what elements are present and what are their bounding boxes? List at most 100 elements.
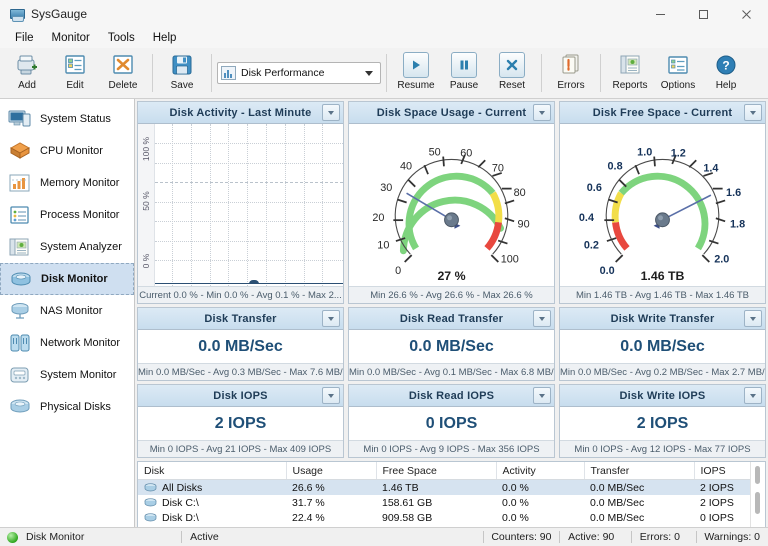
panel-disk-read-transfer: Disk Read Transfer 0.0 MB/Sec Min 0.0 MB…: [348, 307, 555, 381]
panel-header: Disk Space Usage - Current: [349, 102, 554, 124]
col-transfer[interactable]: Transfer: [584, 462, 695, 480]
panel-menu-button[interactable]: [322, 310, 340, 327]
delete-button[interactable]: Delete: [99, 49, 147, 98]
panel-menu-button[interactable]: [322, 387, 340, 404]
scrollbar-thumb-upper[interactable]: [755, 466, 760, 484]
table-row[interactable]: Disk E:\ 31.0 % 336.73 GB 0.0 % 0.0 MB/S…: [138, 525, 765, 528]
panel-body: 0.0 MB/Sec: [349, 330, 554, 363]
svg-text:100: 100: [501, 253, 519, 265]
help-button[interactable]: ? Help: [702, 49, 750, 98]
delete-label: Delete: [108, 79, 138, 91]
sidebar-label: Physical Disks: [40, 401, 111, 413]
chevron-down-icon[interactable]: [365, 70, 373, 76]
toolbar-separator-4: [541, 54, 542, 92]
cell-usage: 22.4 %: [292, 511, 325, 524]
sidebar-item-system-status[interactable]: System Status: [0, 103, 134, 135]
errors-button[interactable]: Errors: [547, 49, 595, 98]
panel-footer: Min 0.0 MB/Sec - Avg 0.1 MB/Sec - Max 6.…: [349, 363, 554, 380]
y-tick-50: 50 %: [141, 191, 151, 211]
pause-icon: [451, 51, 477, 78]
sidebar-label: System Analyzer: [40, 241, 122, 253]
svg-text:0.2: 0.2: [584, 239, 599, 251]
panel-title: Disk Write IOPS: [619, 389, 706, 402]
svg-text:50: 50: [429, 147, 441, 159]
menu-help[interactable]: Help: [144, 30, 186, 46]
status-indicator-icon: [7, 531, 18, 543]
sidebar-item-process-monitor[interactable]: Process Monitor: [0, 199, 134, 231]
panel-menu-button[interactable]: [533, 387, 551, 404]
svg-text:0.6: 0.6: [587, 182, 602, 194]
chart-plot-area: [155, 124, 343, 286]
panel-row-iops: Disk IOPS 2 IOPS Min 0 IOPS - Avg 21 IOP…: [137, 384, 766, 458]
svg-text:1.4: 1.4: [703, 162, 718, 174]
reports-label: Reports: [612, 79, 648, 91]
panel-header: Disk IOPS: [138, 385, 343, 407]
panel-menu-button[interactable]: [744, 387, 762, 404]
add-button[interactable]: Add: [3, 49, 51, 98]
close-icon[interactable]: [725, 0, 768, 28]
col-free-space[interactable]: Free Space: [376, 462, 497, 480]
panel-header: Disk Activity - Last Minute: [138, 102, 343, 124]
col-disk[interactable]: Disk: [138, 462, 287, 480]
panel-title: Disk Activity - Last Minute: [169, 106, 312, 119]
panel-menu-button[interactable]: [533, 310, 551, 327]
col-activity[interactable]: Activity: [496, 462, 585, 480]
gauge-value: 1.46 TB: [641, 269, 685, 283]
disk-table-element: Disk Usage Free Space Activity Transfer …: [138, 462, 765, 527]
status-state: Active: [190, 531, 219, 543]
edit-button[interactable]: Edit: [51, 49, 99, 98]
panel-menu-button[interactable]: [322, 104, 340, 121]
sidebar-item-network-monitor[interactable]: Network Monitor: [0, 327, 134, 359]
sidebar-item-memory-monitor[interactable]: Memory Monitor: [0, 167, 134, 199]
minimize-icon[interactable]: [639, 0, 682, 28]
col-usage[interactable]: Usage: [286, 462, 377, 480]
panel-value: 0.0 MB/Sec: [620, 337, 705, 355]
pause-button[interactable]: Pause: [440, 49, 488, 98]
cell-free: 1.46 TB: [376, 479, 496, 495]
resume-button[interactable]: Resume: [392, 49, 440, 98]
sidebar-item-physical-disks[interactable]: Physical Disks: [0, 391, 134, 423]
sidebar-item-cpu-monitor[interactable]: CPU Monitor: [0, 135, 134, 167]
disk-table[interactable]: Disk Usage Free Space Activity Transfer …: [137, 461, 766, 527]
menu-monitor[interactable]: Monitor: [43, 30, 99, 46]
disk-icon: [144, 497, 157, 508]
system-icon: [8, 364, 32, 386]
scrollbar-thumb-lower[interactable]: [755, 492, 760, 514]
reports-button[interactable]: Reports: [606, 49, 654, 98]
sidebar-item-system-analyzer[interactable]: System Analyzer: [0, 231, 134, 263]
panel-footer-text: Min 0.0 MB/Sec - Avg 0.3 MB/Sec - Max 7.…: [138, 366, 343, 378]
help-icon: ?: [713, 52, 739, 78]
cpu-icon: [8, 140, 32, 162]
save-icon: [169, 52, 195, 78]
sidebar-label: Memory Monitor: [40, 177, 120, 189]
options-button[interactable]: Options: [654, 49, 702, 98]
table-row[interactable]: Disk C:\ 31.7 % 158.61 GB 0.0 % 0.0 MB/S…: [138, 495, 765, 510]
maximize-icon[interactable]: [682, 0, 725, 28]
menu-tools[interactable]: Tools: [99, 30, 144, 46]
sysgauge-icon: [9, 6, 25, 22]
table-vertical-scrollbar[interactable]: [750, 462, 765, 527]
sidebar-item-system-monitor[interactable]: System Monitor: [0, 359, 134, 391]
panel-menu-button[interactable]: [744, 310, 762, 327]
panel-footer-text: Current 0.0 % - Min 0.0 % - Avg 0.1 % - …: [139, 289, 342, 301]
panel-body: 0.0 MB/Sec: [138, 330, 343, 363]
network-icon: [8, 332, 32, 354]
disk-activity-chart: 100 % 50 % 0 %: [138, 124, 343, 286]
panel-menu-button[interactable]: [533, 104, 551, 121]
menu-file[interactable]: File: [6, 30, 43, 46]
panel-menu-button[interactable]: [744, 104, 762, 121]
save-button[interactable]: Save: [158, 49, 206, 98]
cell-disk: Disk C:\: [162, 496, 199, 509]
sidebar-item-nas-monitor[interactable]: NAS Monitor: [0, 295, 134, 327]
panel-footer: Min 0.0 MB/Sec - Avg 0.2 MB/Sec - Max 2.…: [560, 363, 765, 380]
svg-text:0: 0: [395, 265, 401, 277]
cell-usage: 31.0 %: [286, 525, 376, 528]
profile-combo[interactable]: Disk Performance: [217, 62, 381, 84]
sidebar-item-disk-monitor[interactable]: Disk Monitor: [0, 263, 134, 295]
svg-text:40: 40: [400, 160, 412, 172]
table-row[interactable]: All Disks 26.6 % 1.46 TB 0.0 % 0.0 MB/Se…: [138, 479, 765, 495]
svg-text:0.4: 0.4: [579, 212, 594, 224]
table-row[interactable]: Disk D:\ 22.4 % 909.58 GB 0.0 % 0.0 MB/S…: [138, 510, 765, 525]
reset-button[interactable]: Reset: [488, 49, 536, 98]
cell-activity: 0.0 %: [496, 479, 584, 495]
